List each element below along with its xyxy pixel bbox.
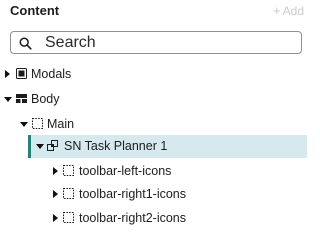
chevron-down-icon[interactable] [36,144,44,149]
chevron-right-icon[interactable] [5,70,10,78]
tree-item-label: Modals [31,67,72,81]
chevron-right-icon[interactable] [53,214,58,222]
chevron-right-icon[interactable] [53,190,58,198]
tree-item-label: SN Task Planner 1 [64,139,168,153]
search-input[interactable] [45,33,295,52]
tree-item-modals[interactable]: Modals [0,63,313,86]
container-icon [32,118,43,129]
panel-title: Content [10,3,60,18]
chevron-down-icon[interactable] [4,97,12,102]
tree-item-main[interactable]: Main [0,113,313,136]
container-icon [63,212,74,223]
tree-item-toolbar-right1-icons[interactable]: toolbar-right1-icons [0,183,313,206]
chevron-right-icon[interactable] [53,167,58,175]
search-icon [19,37,32,50]
tree-item-label: Body [31,92,60,106]
component-icon [47,140,58,151]
search-box[interactable] [10,31,302,54]
tree-item-toolbar-right2-icons[interactable]: toolbar-right2-icons [0,207,313,230]
tree-item-label: toolbar-right2-icons [79,211,186,225]
container-icon [63,188,74,199]
content-panel: Content +Add Modals Body [0,0,313,243]
tree-item-body[interactable]: Body [0,88,313,111]
tree-item-toolbar-left-icons[interactable]: toolbar-left-icons [0,160,313,183]
add-button-label: Add [282,4,304,18]
add-button[interactable]: + Add [273,3,304,18]
tree-item-label: toolbar-left-icons [79,164,172,178]
layout-icon [16,94,27,103]
container-icon [63,165,74,176]
tree-item-label: Main [47,117,75,131]
panel-header: Content + Add [10,0,304,22]
tree-item-label: toolbar-right1-icons [79,187,186,201]
tree-item-sn-task-planner[interactable]: SN Task Planner 1 [28,135,307,158]
modal-icon [16,68,27,79]
plus-icon: + [273,3,281,18]
chevron-down-icon[interactable] [20,122,28,127]
